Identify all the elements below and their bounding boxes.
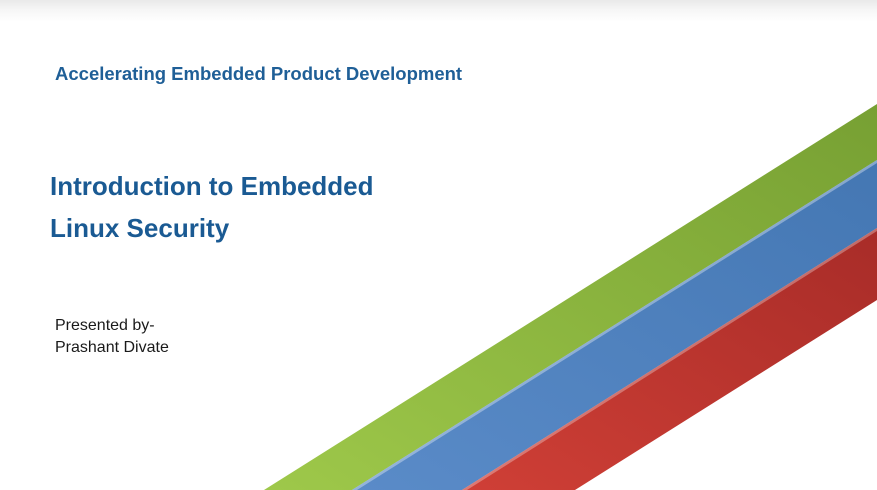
presenter-block: Presented by- Prashant Divate — [55, 315, 169, 359]
slide-title-line-1: Introduction to Embedded — [50, 171, 374, 201]
tagline: Accelerating Embedded Product Developmen… — [55, 63, 463, 84]
presented-by-label: Presented by- — [55, 317, 155, 334]
slide-title-line-2: Linux Security — [50, 213, 230, 243]
title-slide: Accelerating Embedded Product Developmen… — [0, 0, 877, 490]
presenter-name: Prashant Divate — [55, 339, 169, 356]
slide-title: Introduction to Embedded Linux Security — [50, 165, 374, 249]
